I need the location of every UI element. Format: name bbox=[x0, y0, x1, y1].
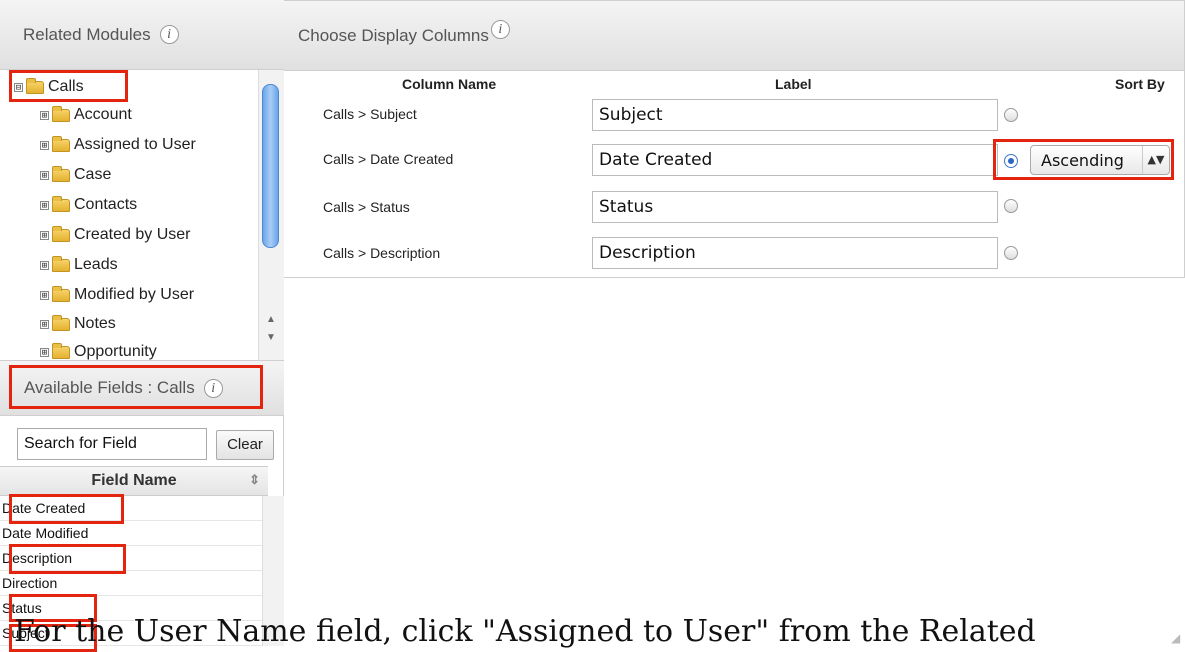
column-label-input[interactable]: Date Created bbox=[592, 144, 998, 176]
tree-item-label: Case bbox=[74, 166, 112, 183]
instruction-caption: For the User Name field, click "Assigned… bbox=[14, 614, 1036, 649]
column-row-label: Calls > Description bbox=[323, 245, 441, 261]
left-panel: Related Modules i ⊟ Calls ⊞ Account ⊞ As… bbox=[0, 0, 284, 646]
field-item-direction[interactable]: Direction bbox=[0, 571, 262, 596]
tree-item-label: Opportunity bbox=[74, 343, 157, 360]
tree-item-opportunity[interactable]: ⊞ Opportunity bbox=[40, 338, 157, 360]
info-icon[interactable]: i bbox=[159, 25, 179, 44]
field-name-header-label: Field Name bbox=[91, 472, 177, 489]
tree-item-label: Assigned to User bbox=[74, 136, 196, 153]
tree-item-label: Calls bbox=[48, 78, 84, 95]
clear-button[interactable]: Clear bbox=[216, 430, 274, 460]
tree-item-created-by-user[interactable]: ⊞ Created by User bbox=[40, 221, 191, 249]
info-icon[interactable]: i bbox=[490, 20, 510, 39]
sort-radio[interactable] bbox=[1004, 199, 1018, 213]
related-modules-header: Related Modules i bbox=[0, 0, 284, 70]
tree-item-case[interactable]: ⊞ Case bbox=[40, 161, 111, 189]
folder-icon bbox=[52, 285, 70, 302]
field-item-date-created[interactable]: Date Created bbox=[0, 496, 262, 521]
folder-icon bbox=[52, 195, 70, 212]
expand-icon[interactable]: ⊞ bbox=[40, 200, 49, 210]
expand-icon[interactable]: ⊞ bbox=[40, 170, 49, 180]
collapse-icon[interactable]: ⊟ bbox=[14, 82, 23, 92]
tree-item-label: Modified by User bbox=[74, 286, 195, 303]
column-label-input[interactable]: Description bbox=[592, 237, 998, 269]
expand-icon[interactable]: ⊞ bbox=[40, 140, 49, 150]
related-modules-tree: ⊟ Calls ⊞ Account ⊞ Assigned to User ⊞ C… bbox=[0, 70, 284, 360]
expand-icon[interactable]: ⊞ bbox=[40, 260, 49, 270]
display-columns-title: Choose Display Columns bbox=[298, 25, 489, 45]
field-search-bar: Search for Field Clear bbox=[0, 416, 284, 466]
expand-icon[interactable]: ⊞ bbox=[40, 110, 49, 120]
tree-item-label: Contacts bbox=[74, 196, 138, 213]
folder-icon bbox=[52, 314, 70, 331]
scrollbar-thumb[interactable] bbox=[262, 84, 279, 248]
info-icon[interactable]: i bbox=[203, 378, 223, 398]
tree-item-label: Notes bbox=[74, 315, 116, 332]
field-item-description[interactable]: Description bbox=[0, 546, 262, 571]
expand-icon[interactable]: ⊞ bbox=[40, 347, 49, 357]
select-arrows-icon: ▲▼ bbox=[1142, 146, 1169, 174]
column-row-label: Calls > Status bbox=[323, 199, 410, 215]
display-columns-header: Choose Display Columns i bbox=[284, 1, 1184, 71]
sort-order-value: Ascending bbox=[1041, 150, 1124, 170]
search-input[interactable]: Search for Field bbox=[17, 428, 207, 460]
tree-scrollbar[interactable]: ▲ ▼ bbox=[258, 70, 284, 360]
folder-icon bbox=[52, 135, 70, 152]
resize-grip-icon[interactable]: ◢ bbox=[1171, 632, 1183, 644]
tree-item-assigned-to-user[interactable]: ⊞ Assigned to User bbox=[40, 131, 196, 159]
tree-item-account[interactable]: ⊞ Account bbox=[40, 101, 132, 129]
folder-icon bbox=[52, 165, 70, 182]
folder-open-icon bbox=[26, 77, 44, 94]
expand-icon[interactable]: ⊞ bbox=[40, 230, 49, 240]
sort-icon[interactable]: ⇕ bbox=[249, 472, 260, 488]
column-label-input[interactable]: Subject bbox=[592, 99, 998, 131]
related-modules-title: Related Modules bbox=[23, 24, 151, 44]
tree-item-contacts[interactable]: ⊞ Contacts bbox=[40, 191, 137, 219]
sort-radio[interactable] bbox=[1004, 108, 1018, 122]
field-item-date-modified[interactable]: Date Modified bbox=[0, 521, 262, 546]
folder-icon bbox=[52, 255, 70, 272]
scroll-down-arrow-icon[interactable]: ▼ bbox=[262, 332, 280, 343]
sort-by-header: Sort By bbox=[1115, 76, 1165, 92]
field-name-column-header[interactable]: Field Name ⇕ bbox=[0, 466, 268, 496]
sort-radio-selected[interactable] bbox=[1004, 154, 1018, 168]
folder-icon bbox=[52, 225, 70, 242]
tree-item-leads[interactable]: ⊞ Leads bbox=[40, 251, 118, 279]
scroll-up-arrow-icon[interactable]: ▲ bbox=[262, 314, 280, 325]
available-fields-header: Available Fields : Calls i bbox=[0, 360, 284, 416]
sort-order-select[interactable]: Ascending ▲▼ bbox=[1030, 145, 1170, 175]
column-row-label: Calls > Subject bbox=[323, 106, 417, 122]
expand-icon[interactable]: ⊞ bbox=[40, 290, 49, 300]
tree-item-label: Leads bbox=[74, 256, 118, 273]
tree-item-notes[interactable]: ⊞ Notes bbox=[40, 310, 116, 338]
column-row-label: Calls > Date Created bbox=[323, 151, 454, 167]
column-name-header: Column Name bbox=[402, 76, 497, 92]
tree-item-calls[interactable]: ⊟ Calls bbox=[14, 73, 84, 101]
tree-item-label: Account bbox=[74, 106, 132, 123]
folder-icon bbox=[52, 342, 70, 359]
column-label-input[interactable]: Status bbox=[592, 191, 998, 223]
label-header: Label bbox=[775, 76, 812, 92]
folder-icon bbox=[52, 105, 70, 122]
tree-item-label: Created by User bbox=[74, 226, 191, 243]
tree-item-modified-by-user[interactable]: ⊞ Modified by User bbox=[40, 281, 194, 309]
sort-radio[interactable] bbox=[1004, 246, 1018, 260]
expand-icon[interactable]: ⊞ bbox=[40, 319, 49, 329]
available-fields-title: Available Fields : Calls bbox=[24, 378, 195, 397]
